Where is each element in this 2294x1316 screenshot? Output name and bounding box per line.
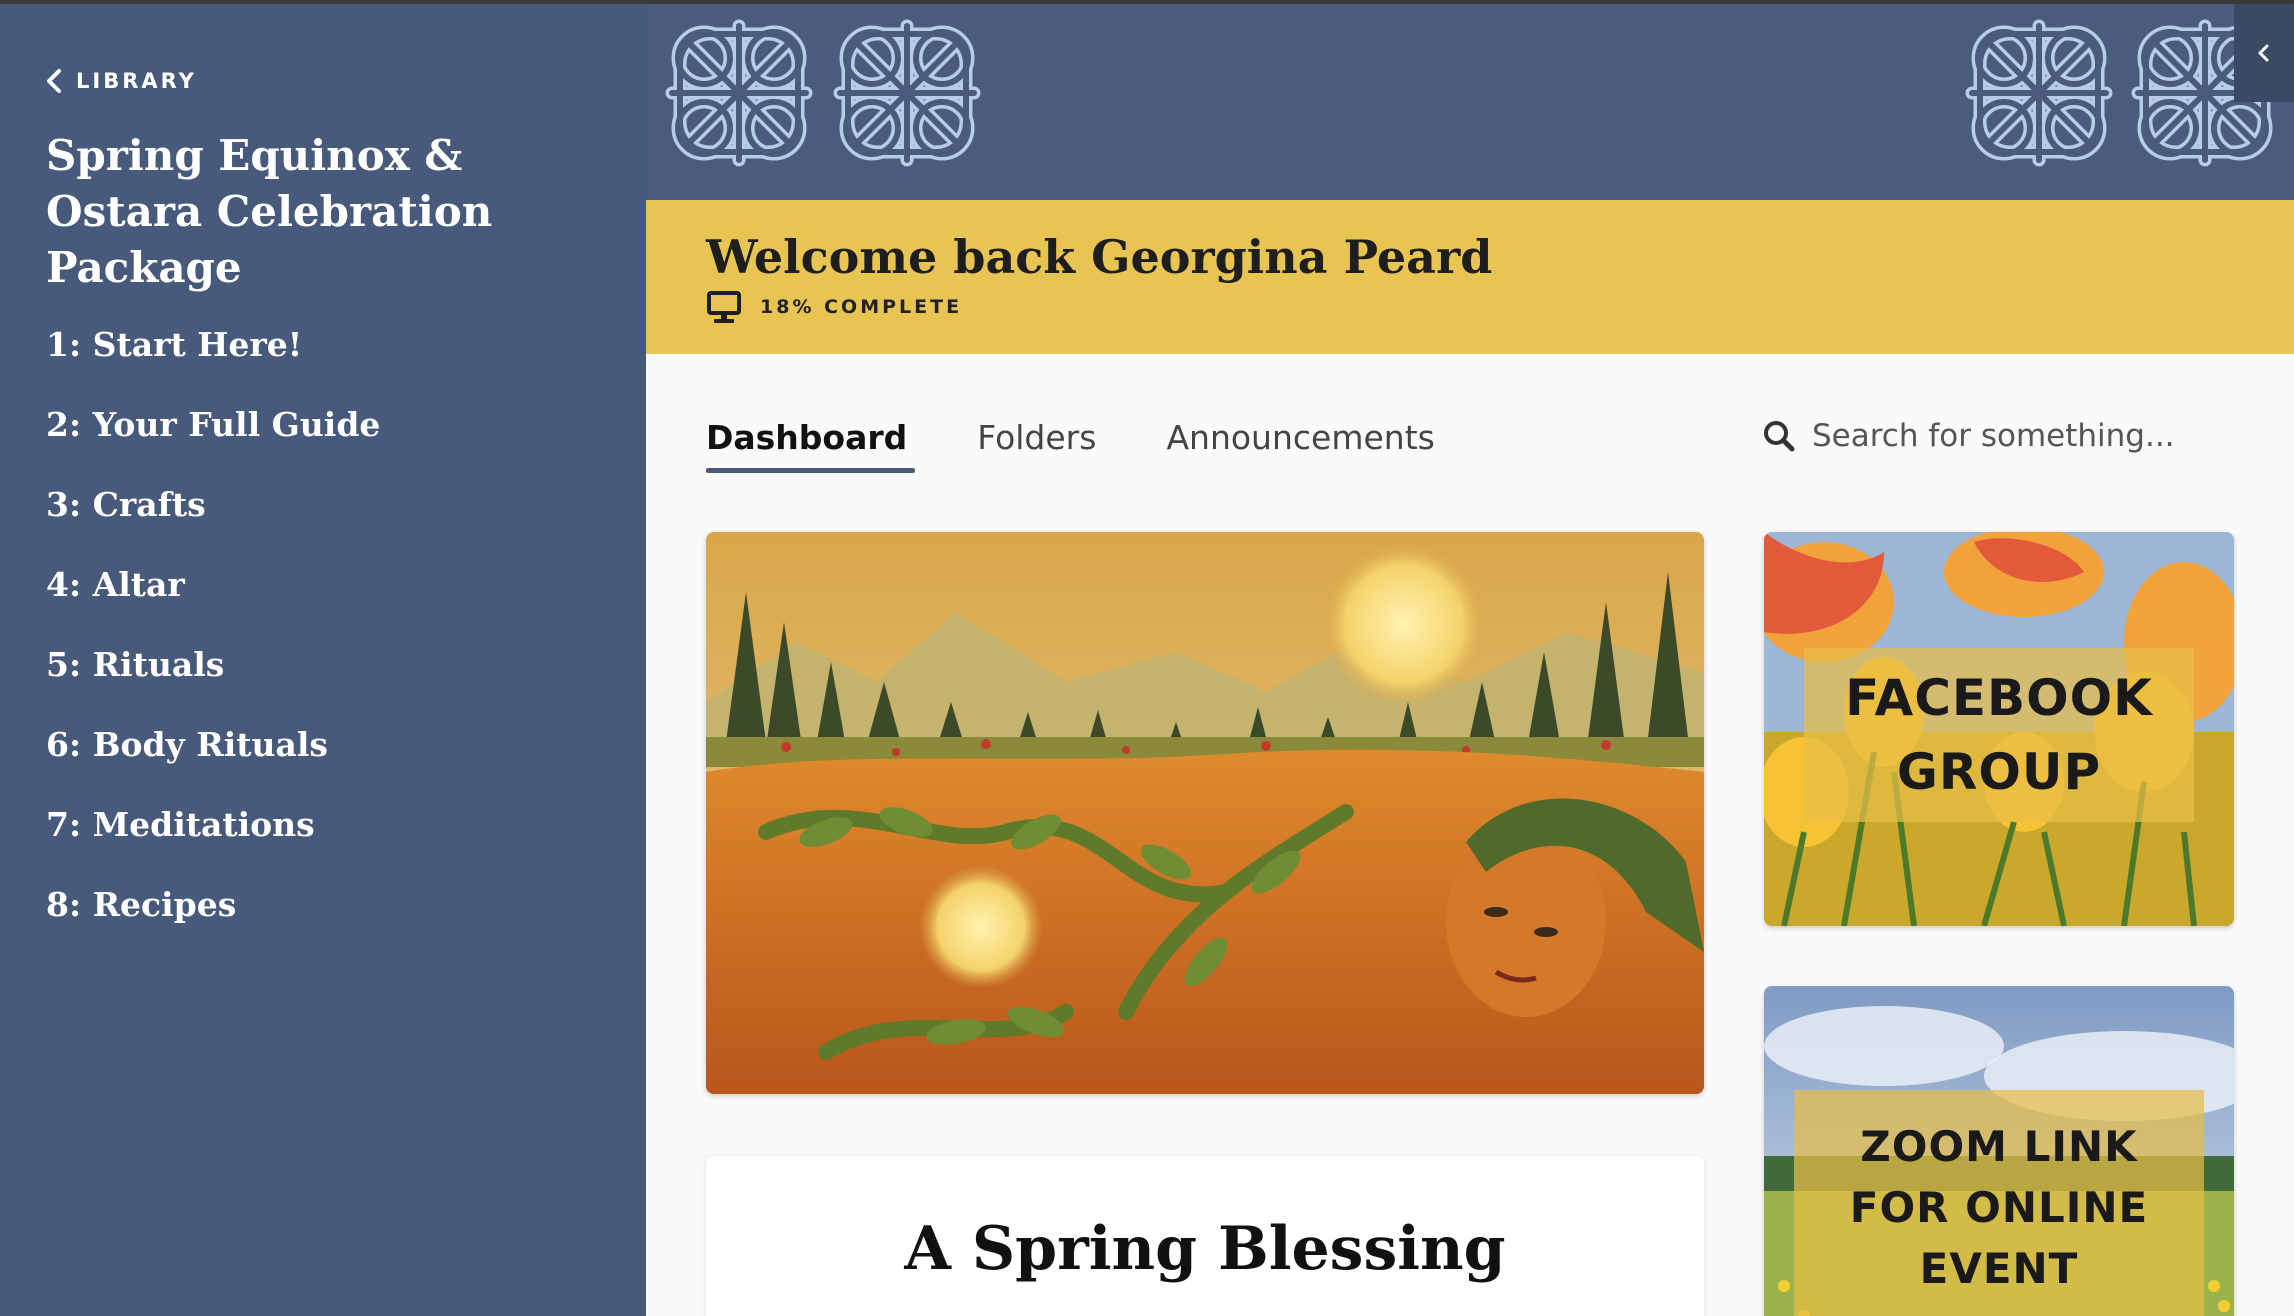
celtic-knot-icon xyxy=(826,12,988,174)
search-icon xyxy=(1764,421,1795,452)
sidebar-item-altar[interactable]: 4: Altar xyxy=(46,560,380,640)
blessing-title: A Spring Blessing xyxy=(904,1214,1506,1284)
search-box[interactable] xyxy=(1762,418,2262,454)
sidebar-nav: 1: Start Here! 2: Your Full Guide 3: Cra… xyxy=(46,320,380,960)
welcome-bar: Welcome back Georgina Peard 18% COMPLETE xyxy=(646,200,2294,354)
sidebar-item-meditations[interactable]: 7: Meditations xyxy=(46,800,380,880)
search-input[interactable] xyxy=(1812,418,2252,454)
monitor-icon xyxy=(707,291,741,323)
collapse-panel-button[interactable] xyxy=(2234,4,2294,102)
content-tabs: Dashboard Folders Announcements xyxy=(706,418,1505,473)
tab-announcements[interactable]: Announcements xyxy=(1166,418,1434,469)
zoom-link-line-1: ZOOM LINK xyxy=(1860,1122,2138,1171)
progress-indicator: 18% COMPLETE xyxy=(706,290,962,324)
chevron-left-icon xyxy=(2258,44,2269,62)
facebook-group-card[interactable]: FACEBOOK GROUP xyxy=(1764,532,2234,926)
header-banner xyxy=(646,0,2294,200)
welcome-heading: Welcome back Georgina Peard xyxy=(706,230,1493,284)
sidebar-item-recipes[interactable]: 8: Recipes xyxy=(46,880,380,960)
facebook-group-line-2: GROUP xyxy=(1896,743,2102,801)
facebook-group-line-1: FACEBOOK xyxy=(1845,669,2153,727)
celtic-knot-icon xyxy=(658,12,820,174)
sidebar-item-start-here[interactable]: 1: Start Here! xyxy=(46,320,380,400)
sidebar: LIBRARY Spring Equinox & Ostara Celebrat… xyxy=(0,0,646,1316)
tab-dashboard[interactable]: Dashboard xyxy=(706,418,916,473)
zoom-link-card[interactable]: ZOOM LINK FOR ONLINE EVENT xyxy=(1764,986,2234,1316)
zoom-link-line-3: EVENT xyxy=(1919,1244,2079,1293)
facebook-group-label-box: FACEBOOK GROUP xyxy=(1804,648,2194,822)
sidebar-item-crafts[interactable]: 3: Crafts xyxy=(46,480,380,560)
back-to-library-link[interactable]: LIBRARY xyxy=(44,68,197,94)
progress-text: 18% COMPLETE xyxy=(760,296,963,318)
celtic-knot-icon xyxy=(1958,12,2120,174)
zoom-link-line-2: FOR ONLINE xyxy=(1849,1183,2149,1232)
painting-image xyxy=(706,532,1704,1094)
tab-folders[interactable]: Folders xyxy=(977,418,1096,469)
window-top-edge xyxy=(0,0,2294,4)
blessing-card[interactable]: A Spring Blessing xyxy=(706,1156,1704,1316)
chevron-left-icon xyxy=(47,69,61,93)
back-link-label: LIBRARY xyxy=(76,69,197,93)
course-title: Spring Equinox & Ostara Celebration Pack… xyxy=(46,131,493,292)
zoom-link-label-box: ZOOM LINK FOR ONLINE EVENT xyxy=(1794,1090,2204,1316)
sidebar-item-rituals[interactable]: 5: Rituals xyxy=(46,640,380,720)
sidebar-item-full-guide[interactable]: 2: Your Full Guide xyxy=(46,400,380,480)
hero-image[interactable] xyxy=(706,532,1704,1094)
sidebar-item-body-rituals[interactable]: 6: Body Rituals xyxy=(46,720,380,800)
